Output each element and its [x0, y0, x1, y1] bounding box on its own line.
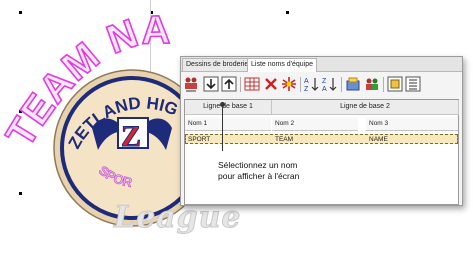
group-header-baseline-2[interactable]: Ligne de base 2	[272, 100, 459, 115]
toolbar-separator	[240, 77, 241, 92]
move-down-icon[interactable]	[203, 76, 219, 92]
export-icon[interactable]	[387, 76, 403, 92]
table-cell[interactable]: SPORT	[185, 135, 271, 144]
badge-letter: Z	[121, 120, 141, 153]
tab-embroidery-designs[interactable]: Dessins de broderie	[182, 58, 253, 71]
table-cell[interactable]: NAME	[366, 135, 458, 144]
svg-text:A: A	[322, 86, 327, 92]
svg-text:Z: Z	[304, 86, 309, 92]
toolbar-separator	[300, 77, 301, 92]
add-name-icon[interactable]	[183, 76, 199, 92]
column-header-name-1[interactable]: Nom 1	[185, 118, 271, 131]
svg-text:Z: Z	[322, 78, 327, 85]
add-team-icon[interactable]	[364, 76, 380, 92]
asterisk-icon[interactable]	[281, 76, 297, 92]
group-header-baseline-1[interactable]: Ligne de base 1	[185, 100, 272, 115]
sort-ascending-icon[interactable]: A Z	[304, 76, 320, 92]
tab-team-names-list[interactable]: Liste noms d'équipe	[247, 58, 318, 72]
callout-pointer-line	[222, 104, 223, 151]
panel-tab-bar: Dessins de broderie Liste noms d'équipe	[181, 57, 462, 72]
column-header-name-3[interactable]: Nom 3	[366, 118, 458, 131]
toolbar-separator	[383, 77, 384, 92]
table-cell[interactable]: TEAM	[272, 135, 358, 144]
delete-icon[interactable]	[263, 76, 279, 92]
team-names-grid: Ligne de base 1 Ligne de base 2 Nom 1 No…	[184, 99, 459, 205]
sort-descending-icon[interactable]: Z A	[322, 76, 338, 92]
move-up-icon[interactable]	[221, 76, 237, 92]
column-header-name-2[interactable]: Nom 2	[272, 118, 358, 131]
grid-table-icon[interactable]	[244, 76, 260, 92]
toolbar-separator	[341, 77, 342, 92]
list-icon[interactable]	[405, 76, 421, 92]
callout-line-2: pour afficher à l'écran	[218, 171, 300, 181]
svg-text:A: A	[304, 78, 309, 85]
callout-text: Sélectionnez un nom pour afficher à l'éc…	[218, 160, 348, 182]
callout-line-1: Sélectionnez un nom	[218, 160, 298, 170]
import-icon[interactable]	[345, 76, 361, 92]
